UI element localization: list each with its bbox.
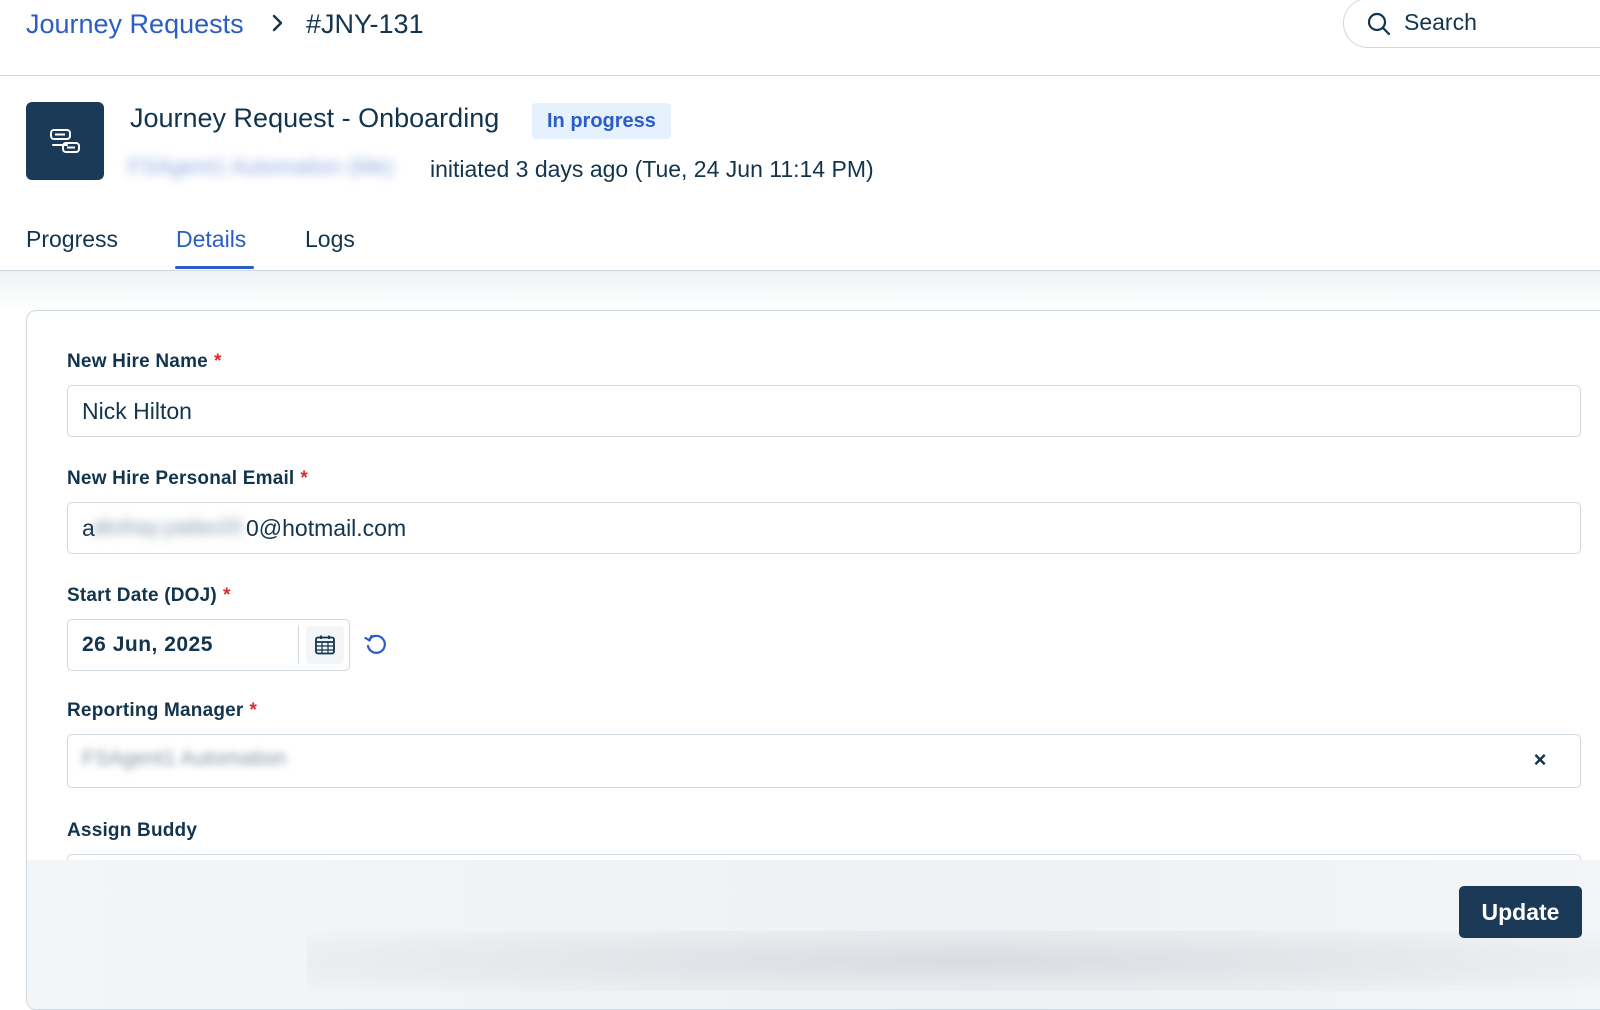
active-tab-indicator xyxy=(175,266,254,269)
start-date-label: Start Date (DOJ) * xyxy=(67,585,231,607)
tab-progress[interactable]: Progress xyxy=(26,222,118,256)
ticket-flow-icon xyxy=(50,129,80,153)
personal-email-input[interactable]: a akshay.yadav20 0@hotmail.com xyxy=(67,502,1581,554)
page-title: Journey Request - Onboarding xyxy=(130,103,500,133)
start-date-input[interactable]: 26 Jun, 2025 xyxy=(67,619,350,671)
search-icon xyxy=(1367,12,1391,36)
required-marker: * xyxy=(213,351,222,372)
reset-date-icon[interactable] xyxy=(363,631,389,657)
email-domain-part: 0@hotmail.com xyxy=(246,515,407,541)
reporting-manager-select[interactable]: FSAgent1 Automation × xyxy=(67,734,1581,788)
email-blurred-part: akshay.yadav20 xyxy=(92,516,243,539)
assign-buddy-label: Assign Buddy xyxy=(67,820,197,842)
start-date-value: 26 Jun, 2025 xyxy=(82,633,213,656)
new-hire-name-label-text: New Hire Name xyxy=(67,351,208,372)
clear-icon[interactable]: × xyxy=(1530,749,1550,771)
tab-details[interactable]: Details xyxy=(176,222,246,256)
search-box[interactable]: Search xyxy=(1343,0,1600,48)
start-date-label-text: Start Date (DOJ) xyxy=(67,585,217,606)
calendar-button[interactable] xyxy=(306,626,344,664)
personal-email-label: New Hire Personal Email * xyxy=(67,468,308,490)
required-marker: * xyxy=(300,468,309,489)
new-hire-name-label: New Hire Name * xyxy=(67,351,222,373)
breadcrumb-current: #JNY-131 xyxy=(306,9,424,39)
required-marker: * xyxy=(222,585,231,606)
chevron-right-icon xyxy=(272,14,283,32)
journey-request-icon xyxy=(26,102,104,180)
personal-email-label-text: New Hire Personal Email xyxy=(67,468,295,489)
top-bar: Journey Requests #JNY-131 Search xyxy=(0,0,1600,76)
details-form-card: New Hire Name * Nick Hilton New Hire Pers… xyxy=(26,310,1600,1010)
request-meta: initiated 3 days ago (Tue, 24 Jun 11:14 … xyxy=(430,156,874,182)
status-badge: In progress xyxy=(532,103,671,139)
reporting-manager-label-text: Reporting Manager xyxy=(67,700,244,721)
new-hire-name-input[interactable]: Nick Hilton xyxy=(67,385,1581,437)
calendar-icon xyxy=(315,635,335,655)
footer-shadow xyxy=(307,931,1600,991)
required-marker: * xyxy=(249,700,258,721)
update-button[interactable]: Update xyxy=(1459,886,1582,938)
reporting-manager-value-blurred: FSAgent1 Automation xyxy=(82,747,287,770)
breadcrumb-parent-link[interactable]: Journey Requests xyxy=(26,6,244,42)
tab-logs[interactable]: Logs xyxy=(305,222,355,256)
date-divider xyxy=(298,626,299,664)
reporting-manager-label: Reporting Manager * xyxy=(67,700,257,722)
assign-buddy-label-text: Assign Buddy xyxy=(67,820,198,841)
content-shade xyxy=(0,271,1600,311)
new-hire-name-value: Nick Hilton xyxy=(82,398,192,424)
search-placeholder[interactable]: Search xyxy=(1404,9,1477,36)
initiator-name-blurred: FSAgent1 Automation (Me) xyxy=(128,154,394,179)
